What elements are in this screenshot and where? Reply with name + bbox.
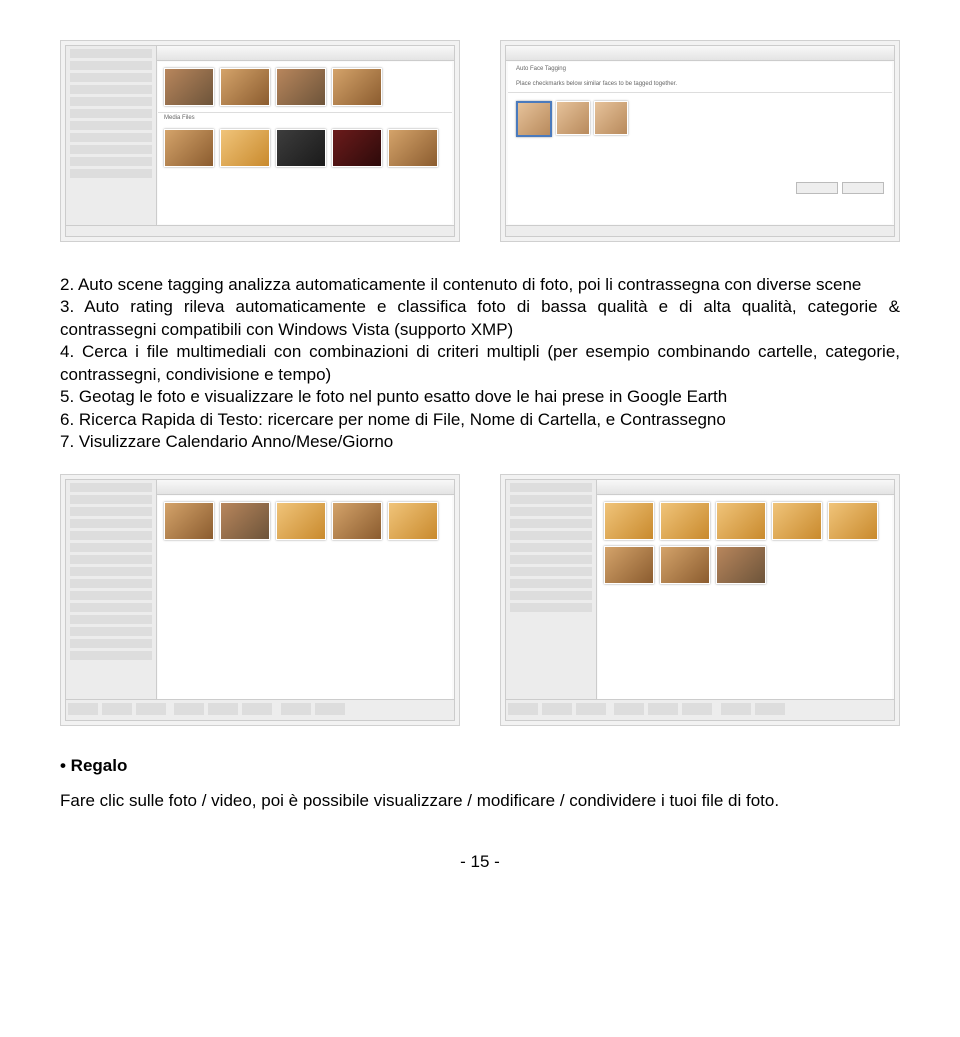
list-item-4: 4. Cerca i file multimediali con combina… <box>60 341 900 386</box>
screenshot-media-browser: Media Files <box>60 40 460 242</box>
list-item-7: 7. Visulizzare Calendario Anno/Mese/Gior… <box>60 431 900 453</box>
screenshot-face-tagging: Auto Face Tagging Place checkmarks below… <box>500 40 900 242</box>
screenshot-browser-left <box>60 474 460 726</box>
list-item-5: 5. Geotag le foto e visualizzare le foto… <box>60 386 900 408</box>
section-body-regalo: Fare clic sulle foto / video, poi è poss… <box>60 790 900 812</box>
list-item-3: 3. Auto rating rileva automaticamente e … <box>60 296 900 341</box>
list-item-2: 2. Auto scene tagging analizza automatic… <box>60 274 900 296</box>
screenshot-browser-right <box>500 474 900 726</box>
section-heading-regalo: • Regalo <box>60 756 900 776</box>
list-item-6: 6. Ricerca Rapida di Testo: ricercare pe… <box>60 409 900 431</box>
page-number: - 15 - <box>60 852 900 872</box>
